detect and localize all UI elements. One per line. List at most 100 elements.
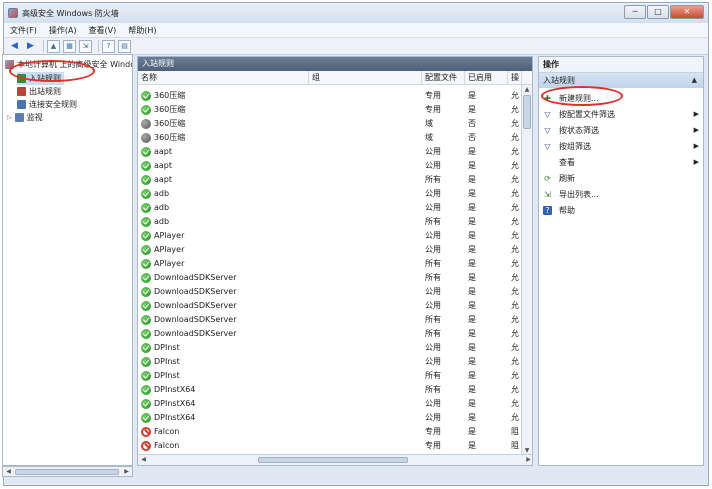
expand-arrow-icon[interactable]: ▷: [7, 114, 12, 121]
rule-profile: 公用: [425, 343, 441, 352]
rule-name: Falcon: [154, 427, 180, 436]
scroll-right-icon[interactable]: ▶: [122, 467, 131, 476]
annotation-circle: [9, 60, 95, 82]
rule-group: [309, 89, 422, 103]
table-row[interactable]: APlayer 公用是允: [138, 229, 522, 243]
tree-item-label: 连接安全规则: [29, 100, 77, 109]
tree-horizontal-scrollbar[interactable]: ◀ ▶: [2, 466, 133, 477]
action-item[interactable]: ⇲ 导出列表...: [539, 186, 703, 202]
scroll-thumb[interactable]: [258, 457, 408, 463]
table-row[interactable]: DownloadSDKServer 所有是允: [138, 313, 522, 327]
scroll-left-icon[interactable]: ◀: [4, 467, 13, 476]
rule-group: [309, 243, 422, 257]
table-row[interactable]: 360压缩域否允: [138, 131, 522, 145]
rules-horizontal-scrollbar[interactable]: ◀ ▶: [138, 454, 532, 465]
table-row[interactable]: Falcon 专用是阻: [138, 425, 522, 439]
rule-name: APlayer: [154, 245, 185, 254]
table-row[interactable]: adb 公用是允: [138, 201, 522, 215]
action-item[interactable]: ▽ 按组筛选 ▶: [539, 138, 703, 154]
table-row[interactable]: DPInst 公用是允: [138, 341, 522, 355]
back-arrow-icon[interactable]: ◀: [8, 40, 21, 53]
table-row[interactable]: aapt 公用是允: [138, 159, 522, 173]
action-item-label: 刷新: [559, 173, 575, 183]
table-row[interactable]: aapt 公用是允: [138, 145, 522, 159]
table-row[interactable]: 360压缩 专用是允: [138, 89, 522, 103]
console-tree-icon[interactable]: ▦: [63, 39, 76, 53]
rule-profile: 专用: [425, 105, 441, 114]
table-row[interactable]: DPInstX64 公用是允: [138, 397, 522, 411]
table-row[interactable]: adb 所有是允: [138, 215, 522, 229]
collapse-icon[interactable]: ▲: [692, 73, 697, 88]
rule-group: [309, 159, 422, 173]
rule-group: [309, 229, 422, 243]
properties-icon[interactable]: ▤: [118, 39, 131, 53]
toolbar-separator: [43, 40, 44, 52]
allow-check-icon: [141, 189, 151, 199]
action-item[interactable]: ▽ 按配置文件筛选 ▶: [539, 106, 703, 122]
table-row[interactable]: adb 公用是允: [138, 187, 522, 201]
table-row[interactable]: DPInst 所有是允: [138, 369, 522, 383]
table-row[interactable]: APlayer 所有是允: [138, 257, 522, 271]
action-item[interactable]: ? 帮助: [539, 202, 703, 218]
help-icon[interactable]: ?: [102, 39, 115, 53]
column-profile[interactable]: 配置文件: [422, 71, 465, 85]
column-enabled[interactable]: 已启用: [465, 71, 508, 85]
forward-arrow-icon[interactable]: ▶: [24, 40, 37, 53]
maximize-button[interactable]: □: [647, 5, 669, 19]
rule-enabled: 是: [468, 399, 476, 408]
rule-enabled: 是: [468, 413, 476, 422]
table-row[interactable]: DownloadSDKServer 所有是允: [138, 327, 522, 341]
rule-group: [309, 327, 422, 341]
menu-view[interactable]: 查看(V): [83, 25, 123, 36]
tree-item-monitor[interactable]: ▷ 监视: [7, 111, 43, 124]
tree-item-outbound-rules[interactable]: 出站规则: [17, 85, 61, 98]
allow-check-icon: [141, 217, 151, 227]
scroll-thumb[interactable]: [15, 469, 119, 475]
actions-section-label: 入站规则: [543, 76, 575, 85]
rules-vertical-scrollbar[interactable]: ▲ ▼: [521, 85, 532, 455]
rule-group: [309, 411, 422, 425]
table-row[interactable]: DPInstX64 所有是允: [138, 383, 522, 397]
minimize-button[interactable]: ─: [624, 5, 646, 19]
column-group[interactable]: 组: [309, 71, 422, 85]
allow-check-icon: [141, 273, 151, 283]
table-row[interactable]: DownloadSDKServer 公用是允: [138, 285, 522, 299]
action-item[interactable]: 查看 ▶: [539, 154, 703, 170]
menu-file[interactable]: 文件(F): [4, 25, 43, 36]
table-row[interactable]: 360压缩 专用是允: [138, 103, 522, 117]
rule-group: [309, 341, 422, 355]
folder-up-icon[interactable]: ▲: [47, 39, 60, 53]
table-row[interactable]: DownloadSDKServer 所有是允: [138, 271, 522, 285]
table-row[interactable]: Falcon 专用是阻: [138, 439, 522, 453]
action-item[interactable]: ▽ 按状态筛选 ▶: [539, 122, 703, 138]
scroll-left-icon[interactable]: ◀: [139, 455, 148, 464]
rule-profile: 公用: [425, 399, 441, 408]
menu-help[interactable]: 帮助(H): [122, 25, 162, 36]
rule-profile: 所有: [425, 329, 441, 338]
rule-group: [309, 145, 422, 159]
close-button[interactable]: ✕: [670, 5, 704, 19]
scroll-right-icon[interactable]: ▶: [524, 455, 532, 464]
export-icon[interactable]: ⇲: [79, 39, 92, 53]
actions-section-inbound[interactable]: 入站规则 ▲: [539, 73, 703, 88]
allow-check-icon: [141, 315, 151, 325]
rule-group: [309, 425, 422, 439]
monitor-icon: [14, 113, 24, 122]
menu-action[interactable]: 操作(A): [43, 25, 83, 36]
table-row[interactable]: 360压缩域否允: [138, 117, 522, 131]
column-action[interactable]: 操: [508, 71, 522, 85]
table-row[interactable]: aapt 所有是允: [138, 173, 522, 187]
table-row[interactable]: DPInst 公用是允: [138, 355, 522, 369]
action-item[interactable]: ⟳ 刷新: [539, 170, 703, 186]
table-row[interactable]: DownloadSDKServer 公用是允: [138, 299, 522, 313]
rule-profile: 专用: [425, 91, 441, 100]
column-name[interactable]: 名称: [138, 71, 309, 85]
window-controls: ─ □ ✕: [623, 5, 704, 19]
rule-profile: 专用: [425, 427, 441, 436]
scroll-thumb[interactable]: [523, 95, 531, 129]
scroll-up-icon[interactable]: ▲: [523, 85, 531, 94]
table-row[interactable]: DPInstX64 公用是允: [138, 411, 522, 425]
allow-check-icon: [141, 203, 151, 213]
table-row[interactable]: APlayer 公用是允: [138, 243, 522, 257]
tree-item-connection-security[interactable]: 连接安全规则: [17, 98, 77, 111]
